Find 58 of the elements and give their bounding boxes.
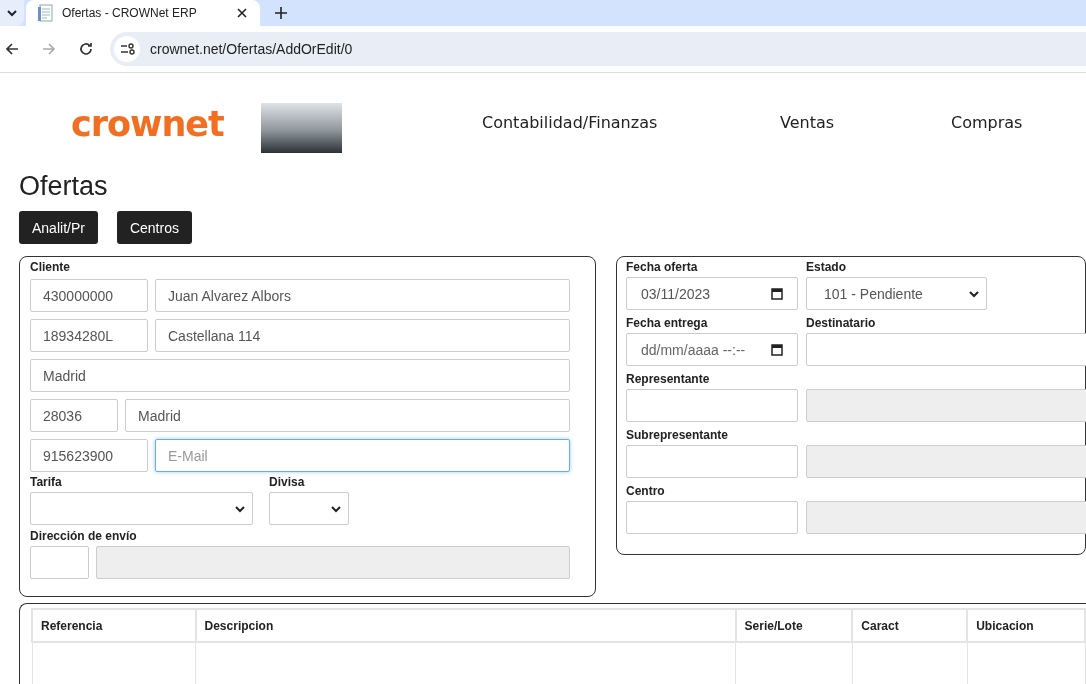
chevron-down-icon [234,504,246,513]
text-field[interactable]: 18934280L [30,319,148,352]
chevron-down-icon [330,504,342,513]
document-icon [38,4,54,22]
text-field[interactable]: Madrid [125,399,570,432]
tab-title: Ofertas - CROWNet ERP [62,6,198,20]
text-field[interactable] [626,501,798,534]
action-button[interactable]: Centros [116,211,192,244]
field-label: Fecha oferta [626,260,698,275]
tarifa-select[interactable] [30,492,253,525]
reload-icon[interactable] [78,41,94,57]
column-header: Descripcion [195,609,736,642]
column-header: Serie/Lote [735,609,853,642]
date-field[interactable]: 03/11/2023 [626,277,798,310]
field-label: Estado [806,260,846,275]
field-label: Cliente [30,260,70,275]
field-label: Tarifa [30,475,62,490]
text-field[interactable]: 430000000 [30,279,148,312]
text-field[interactable] [626,445,798,478]
text-field[interactable]: 915623900 [30,439,148,472]
text-field[interactable] [626,389,798,422]
divisa-select[interactable] [269,492,349,525]
calendar-icon [771,343,783,356]
plus-icon[interactable] [274,6,288,20]
browser-tab[interactable]: Ofertas - CROWNet ERP [26,0,260,26]
page-title: Ofertas [19,171,109,203]
nav-link[interactable]: Compras [951,112,1023,132]
text-field[interactable] [30,546,89,579]
column-header: Ubicacion [967,609,1085,642]
field-label: Divisa [269,475,305,490]
date-field[interactable]: dd/mm/aaaa --:-- [626,333,798,366]
chevron-down-icon [968,289,980,298]
nav-link[interactable]: Contabilidad/Finanzas [482,112,780,132]
chevron-down-icon [6,7,18,19]
text-field[interactable]: E-Mail [155,439,570,472]
tab-list-button[interactable] [0,0,24,26]
forward-arrow-icon[interactable] [41,41,57,57]
field-label: Destinatario [806,316,876,331]
estado-select[interactable]: 101 - Pendiente [806,277,987,310]
nav-link[interactable]: Ventas [780,112,951,132]
text-field[interactable]: 28036 [30,399,118,432]
back-arrow-icon[interactable] [4,41,20,57]
field-label: Representante [626,372,710,387]
calendar-icon [771,287,783,300]
text-field[interactable]: Juan Alvarez Albors [155,279,570,312]
text-field[interactable]: Madrid [30,359,570,392]
column-header: Referencia [32,609,196,642]
column-header: Caract [852,609,968,642]
field-label: Centro [626,484,665,499]
address-bar[interactable]: crownet.net/Ofertas/AddOrEdit/0 [110,32,1086,66]
site-settings-icon[interactable] [114,36,140,62]
field-label: Subrepresentante [626,428,729,443]
text-field[interactable]: Castellana 114 [155,319,570,352]
field-label: Dirección de envío [30,529,137,544]
close-icon[interactable] [236,7,248,19]
text-field[interactable] [806,333,1086,366]
field-label: Fecha entrega [626,316,708,331]
action-button[interactable]: Analit/Pr [19,211,98,244]
